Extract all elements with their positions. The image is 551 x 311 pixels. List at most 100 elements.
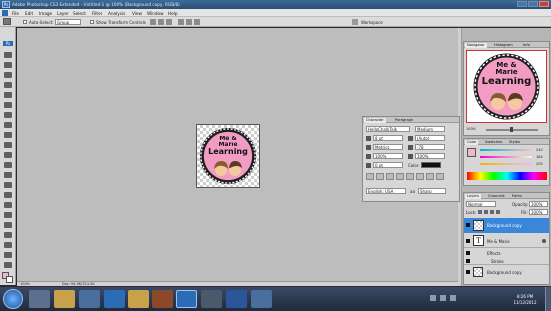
menu-layer[interactable]: Layer bbox=[57, 11, 69, 16]
language-select[interactable]: English: USA bbox=[366, 188, 406, 194]
show-desktop-button[interactable] bbox=[545, 287, 551, 311]
tab-layers[interactable]: Layers bbox=[465, 193, 481, 199]
tab-channels[interactable]: Channels bbox=[486, 194, 507, 199]
tab-swatches[interactable]: Swatches bbox=[483, 140, 504, 145]
menu-filter[interactable]: Filter bbox=[92, 11, 102, 16]
gradient-tool-icon[interactable] bbox=[3, 161, 13, 170]
layer-row-background-copy[interactable]: Background copy bbox=[464, 266, 549, 278]
stroke-effect-label[interactable]: Stroke bbox=[491, 259, 504, 264]
layer-effects-row[interactable]: Effects bbox=[464, 249, 549, 257]
green-slider[interactable] bbox=[480, 156, 532, 158]
faux-italic-button[interactable] bbox=[376, 173, 384, 180]
lasso-tool-icon[interactable] bbox=[3, 71, 13, 80]
layer-effects-fx-icon[interactable] bbox=[542, 239, 546, 243]
notes-tool-icon[interactable] bbox=[3, 231, 13, 240]
layer-row-background-copy-selected[interactable]: Background copy bbox=[464, 218, 549, 233]
taskbar-media-icon[interactable] bbox=[79, 290, 100, 308]
lock-pixels-icon[interactable] bbox=[484, 210, 488, 214]
volume-icon[interactable] bbox=[450, 295, 456, 301]
strikethrough-button[interactable] bbox=[436, 173, 444, 180]
menu-image[interactable]: Image bbox=[39, 11, 52, 16]
hand-tool-icon[interactable] bbox=[3, 251, 13, 260]
taskbar-word-icon[interactable] bbox=[226, 290, 247, 308]
minimize-button[interactable] bbox=[517, 1, 527, 7]
small-caps-button[interactable] bbox=[396, 173, 404, 180]
navigator-preview[interactable]: Me & Marie Learning bbox=[466, 50, 547, 123]
pen-tool-icon[interactable] bbox=[3, 191, 13, 200]
move-tool-icon[interactable] bbox=[3, 51, 13, 60]
vertical-scale-field[interactable]: 100% bbox=[373, 153, 403, 159]
all-caps-button[interactable] bbox=[386, 173, 394, 180]
red-value[interactable]: 240 bbox=[536, 148, 543, 153]
tray-icon[interactable] bbox=[430, 295, 436, 301]
layer-stroke-row[interactable]: Stroke bbox=[464, 257, 549, 265]
tab-paths[interactable]: Paths bbox=[510, 194, 524, 199]
taskbar-ie-icon[interactable] bbox=[104, 290, 125, 308]
color-spectrum-ramp[interactable] bbox=[467, 172, 547, 180]
healing-brush-tool-icon[interactable] bbox=[3, 111, 13, 120]
shape-tool-icon[interactable] bbox=[3, 221, 13, 230]
menu-edit[interactable]: Edit bbox=[25, 11, 33, 16]
visibility-eye-icon[interactable] bbox=[466, 251, 470, 255]
eraser-tool-icon[interactable] bbox=[3, 151, 13, 160]
blur-tool-icon[interactable] bbox=[3, 171, 13, 180]
subscript-button[interactable] bbox=[416, 173, 424, 180]
taskbar-folder-icon[interactable] bbox=[54, 290, 75, 308]
font-family-select[interactable]: HelloChalkTalk bbox=[366, 126, 410, 132]
baseline-shift-field[interactable]: 0 pt bbox=[373, 162, 403, 168]
visibility-eye-icon[interactable] bbox=[466, 270, 470, 274]
start-button[interactable] bbox=[3, 289, 23, 309]
align-left-icon[interactable] bbox=[178, 19, 184, 25]
workspace-icon[interactable] bbox=[352, 19, 358, 25]
eyedropper-tool-icon[interactable] bbox=[3, 241, 13, 250]
tab-color[interactable]: Color bbox=[465, 139, 479, 145]
blue-slider[interactable] bbox=[480, 163, 532, 165]
maximize-button[interactable] bbox=[528, 1, 538, 7]
tab-histogram[interactable]: Histogram bbox=[492, 43, 515, 48]
move-tool-preset-icon[interactable] bbox=[3, 18, 11, 25]
blue-value[interactable]: 205 bbox=[536, 162, 543, 167]
visibility-eye-icon[interactable] bbox=[466, 239, 470, 243]
taskbar-explorer-icon[interactable] bbox=[29, 290, 50, 308]
superscript-button[interactable] bbox=[406, 173, 414, 180]
zoom-level[interactable]: 100% bbox=[20, 282, 30, 286]
visibility-eye-icon[interactable] bbox=[466, 223, 470, 227]
menu-analysis[interactable]: Analysis bbox=[108, 11, 125, 16]
antialias-select[interactable]: Sharp bbox=[418, 188, 446, 194]
blend-mode-select[interactable]: Normal bbox=[466, 201, 496, 207]
font-size-field[interactable]: 8 pt bbox=[373, 135, 403, 141]
menu-help[interactable]: Help bbox=[168, 11, 178, 16]
taskbar-app-icon[interactable] bbox=[201, 290, 222, 308]
taskbar-photoshop-icon[interactable] bbox=[176, 290, 197, 308]
opacity-field[interactable]: 100% bbox=[529, 201, 548, 207]
align-right-icon[interactable] bbox=[194, 19, 200, 25]
faux-bold-button[interactable] bbox=[366, 173, 374, 180]
tab-character[interactable]: Character bbox=[364, 117, 386, 123]
brush-tool-icon[interactable] bbox=[3, 121, 13, 130]
fill-field[interactable]: 100% bbox=[529, 209, 548, 215]
marquee-tool-icon[interactable] bbox=[3, 61, 13, 70]
clone-stamp-tool-icon[interactable] bbox=[3, 131, 13, 140]
leading-field[interactable]: (Auto) bbox=[415, 135, 445, 141]
kerning-field[interactable]: Metrics bbox=[373, 144, 403, 150]
history-brush-tool-icon[interactable] bbox=[3, 141, 13, 150]
align-center-icon[interactable] bbox=[186, 19, 192, 25]
background-color-swatch[interactable] bbox=[6, 276, 13, 283]
clock-time[interactable]: 8:26 PM bbox=[510, 294, 540, 299]
menu-window[interactable]: Window bbox=[147, 11, 164, 16]
font-style-select[interactable]: Medium bbox=[415, 126, 445, 132]
auto-select-dropdown[interactable]: Group bbox=[55, 19, 81, 25]
horizontal-scale-field[interactable]: 100% bbox=[415, 153, 445, 159]
align-middle-icon[interactable] bbox=[158, 19, 164, 25]
visibility-eye-icon[interactable] bbox=[466, 259, 470, 263]
lock-transparency-icon[interactable] bbox=[478, 210, 482, 214]
green-value[interactable]: 184 bbox=[536, 155, 543, 160]
zoom-tool-icon[interactable] bbox=[3, 261, 13, 270]
taskbar-firefox-icon[interactable] bbox=[152, 290, 173, 308]
layer-name[interactable]: Background copy bbox=[487, 270, 522, 275]
magic-wand-tool-icon[interactable] bbox=[3, 81, 13, 90]
crop-tool-icon[interactable] bbox=[3, 91, 13, 100]
menu-view[interactable]: View bbox=[132, 11, 142, 16]
tracking-field[interactable]: -78 bbox=[415, 144, 445, 150]
color-foreground-swatch[interactable] bbox=[467, 148, 476, 157]
